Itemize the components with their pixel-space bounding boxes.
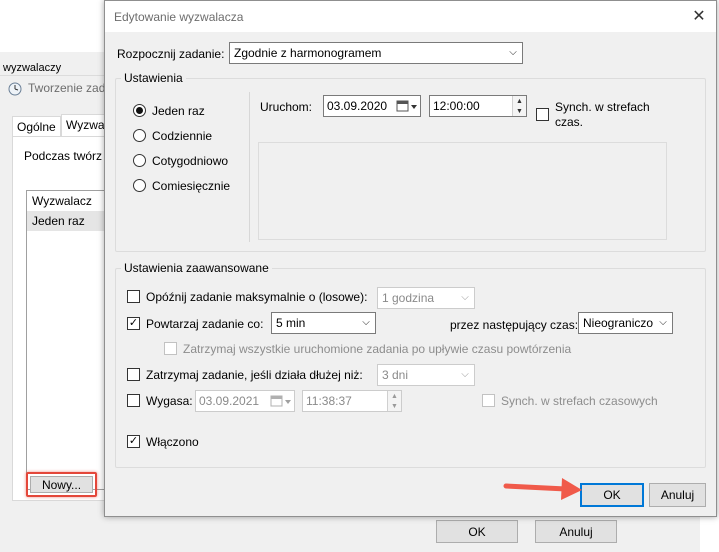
start-task-dropdown[interactable]: Zgodnie z harmonogramem ⌵ [229,42,523,64]
repeat-duration-value: Nieograniczo [583,316,654,330]
stop-if-checkbox[interactable] [127,368,140,381]
sync-timezone-label-1: Synch. w strefach [555,100,650,114]
delay-checkbox[interactable] [127,290,140,303]
expire-date-picker[interactable]: 03.09.2021 [195,390,295,412]
spin-down-icon[interactable]: ▼ [516,108,523,115]
expire-label[interactable]: Wygasa: [146,394,193,408]
chevron-down-icon: ⌵ [461,369,469,380]
sync-timezone-label-2: czas. [555,115,584,129]
arrow-annotation [500,474,585,504]
cancel-button[interactable]: Anuluj [649,483,706,507]
radio-once[interactable] [133,104,146,117]
parent-titlebar-area [0,0,105,52]
ok-button[interactable]: OK [580,483,644,507]
expire-date-value: 03.09.2021 [199,394,260,408]
radio-once-label[interactable]: Jeden raz [152,104,205,118]
delay-dropdown[interactable]: 1 godzina ⌵ [377,287,475,309]
enabled-label[interactable]: Włączono [146,435,199,449]
start-date-picker[interactable]: 03.09.2020 [323,95,421,117]
spin-up-icon[interactable]: ▲ [516,98,523,105]
time-spinner[interactable]: ▲ ▼ [387,391,401,411]
start-label: Uruchom: [260,100,313,114]
repeat-label[interactable]: Powtarzaj zadanie co: [146,317,263,331]
edit-trigger-dialog: Edytowanie wyzwalacza ✕ Rozpocznij zadan… [104,0,717,517]
parent-separator [0,75,105,76]
repeat-duration-dropdown[interactable]: Nieograniczo ⌵ [578,312,673,334]
sync-timezone-checkbox[interactable] [536,108,549,121]
stop-all-checkbox[interactable] [164,342,177,355]
start-time-input[interactable]: 12:00:00 ▲ ▼ [429,95,527,117]
calendar-icon[interactable] [396,99,418,113]
expire-sync-label[interactable]: Synch. w strefach czasowych [501,394,658,408]
radio-monthly-label[interactable]: Comiesięcznie [152,179,230,193]
tab-general[interactable]: Ogólne [12,116,61,137]
table-row[interactable]: Jeden raz [27,211,105,231]
delay-value: 1 godzina [382,291,435,305]
expire-checkbox[interactable] [127,394,140,407]
tab-triggers[interactable]: Wyzwa [61,114,110,137]
chevron-down-icon: ⌵ [461,292,469,303]
repeat-checkbox[interactable]: ✓ [127,317,140,330]
stop-if-label[interactable]: Zatrzymaj zadanie, jeśli działa dłużej n… [146,368,363,382]
enabled-checkbox[interactable]: ✓ [127,435,140,448]
parent-ok-button[interactable]: OK [436,520,518,543]
chevron-down-icon: ⌵ [509,47,517,58]
radio-weekly[interactable] [133,154,146,167]
expire-time-input[interactable]: 11:38:37 ▲ ▼ [302,390,402,412]
new-trigger-button[interactable]: Nowy... [30,476,93,493]
repeat-interval-dropdown[interactable]: 5 min ⌵ [271,312,376,334]
expire-time-value: 11:38:37 [306,394,352,408]
schedule-details-panel [258,142,667,240]
spin-down-icon[interactable]: ▼ [391,403,398,410]
stop-if-dropdown[interactable]: 3 dni ⌵ [377,364,475,386]
chevron-down-icon: ⌵ [362,317,370,328]
advanced-settings-title: Ustawienia zaawansowane [121,261,272,275]
stop-if-value: 3 dni [382,368,409,382]
radio-daily-label[interactable]: Codziennie [152,129,212,143]
radio-daily[interactable] [133,129,146,142]
close-icon[interactable]: ✕ [689,7,709,27]
calendar-icon[interactable] [270,394,292,408]
parent-window-title: wyzwalaczy [3,62,62,74]
time-spinner[interactable]: ▲ ▼ [512,96,526,116]
trigger-list-header[interactable]: Wyzwalacz [27,191,105,211]
dialog-title: Edytowanie wyzwalacza [114,10,244,24]
start-date-value: 03.09.2020 [327,99,388,113]
trigger-list[interactable]: Wyzwalacz Jeden raz [26,190,106,490]
parent-description: Podczas twórz [24,149,103,163]
delay-label[interactable]: Opóźnij zadanie maksymalnie o (losowe): [146,290,367,304]
start-task-label: Rozpocznij zadanie: [117,47,225,61]
repeat-interval-value: 5 min [276,316,306,330]
clock-icon [8,82,22,96]
radio-monthly[interactable] [133,179,146,192]
settings-group-title: Ustawienia [121,71,186,85]
start-time-value: 12:00:00 [433,99,480,113]
spin-up-icon[interactable]: ▲ [391,393,398,400]
stop-all-label[interactable]: Zatrzymaj wszystkie uruchomione zadania … [183,342,571,356]
parent-dialog-title: Tworzenie zada [28,81,113,95]
repeat-duration-label: przez następujący czas: [450,318,579,332]
radio-weekly-label[interactable]: Cotygodniowo [152,154,228,168]
expire-sync-checkbox[interactable] [482,394,495,407]
settings-divider [249,92,250,242]
chevron-down-icon: ⌵ [659,317,667,328]
start-task-value: Zgodnie z harmonogramem [234,46,382,60]
parent-cancel-button[interactable]: Anuluj [535,520,617,543]
